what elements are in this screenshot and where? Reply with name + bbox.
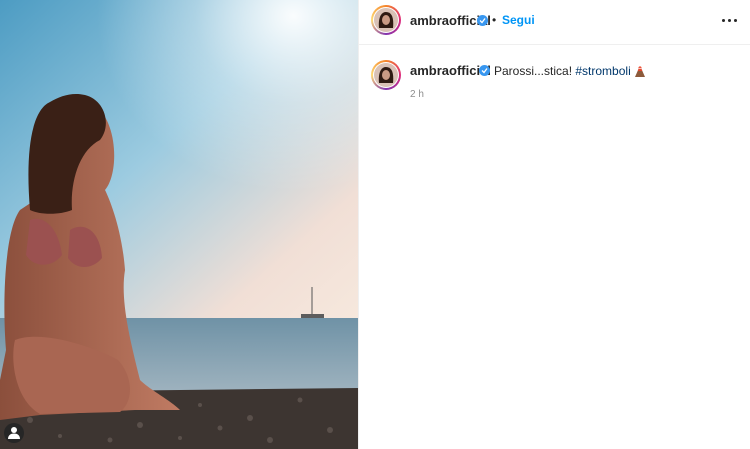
caption-avatar[interactable] [371, 60, 401, 90]
volcano-emoji-icon [635, 66, 646, 77]
post-photo[interactable] [0, 0, 358, 449]
post-header: ambraofficial • Segui [359, 0, 750, 45]
avatar-photo [374, 63, 398, 87]
caption-body: Parossi...stica! [494, 64, 573, 78]
tagged-users-icon[interactable] [4, 423, 24, 443]
verified-badge-icon [477, 15, 488, 26]
post-image [0, 0, 358, 449]
more-options-icon[interactable] [722, 12, 738, 28]
caption-text: Parossi...stica! #stromboli [494, 64, 646, 78]
avatar[interactable] [371, 5, 401, 35]
separator-dot: • [492, 13, 497, 27]
follow-button[interactable]: Segui [502, 13, 535, 27]
verified-badge-icon [479, 65, 490, 76]
post-side-panel: ambraofficial • Segui ambraofficial Paro… [358, 0, 750, 449]
post-timestamp[interactable]: 2 h [410, 89, 424, 100]
avatar-photo [374, 8, 398, 32]
hashtag-link[interactable]: #stromboli [575, 64, 630, 78]
